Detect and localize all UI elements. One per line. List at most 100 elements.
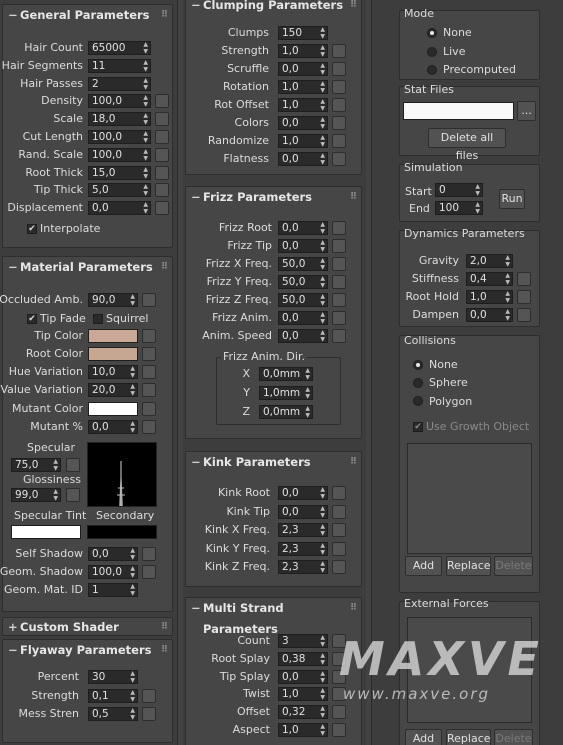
spinner-arrows-icon[interactable]: ▲ ▼ [320,652,325,666]
rotation-map-button[interactable] [332,80,346,94]
colors-spinner[interactable]: 0,0 ▲ ▼ [278,116,328,130]
flyaway-parameters-header[interactable]: − Flyaway Parameters ⠿ [3,640,172,661]
specular-tint-swatch[interactable] [11,525,81,539]
glossiness-spinner[interactable]: 99,0 ▲ ▼ [11,488,61,502]
percent-spinner[interactable]: 30 ▲ ▼ [88,670,138,684]
scale-map-button[interactable] [155,112,169,127]
spinner-arrows-icon[interactable]: ▲ ▼ [320,542,325,556]
spinner-arrows-icon[interactable]: ▲ ▼ [143,77,148,91]
collision-add-button[interactable]: Add [405,556,442,576]
spinner-arrows-icon[interactable]: ▲ ▼ [320,505,325,519]
hair-count-spinner[interactable]: 65000 ▲ ▼ [88,41,151,55]
collision-none-radio[interactable] [413,360,423,370]
twist-spinner[interactable]: 1,0 ▲ ▼ [278,687,328,702]
spinner-arrows-icon[interactable]: ▲ ▼ [305,367,310,381]
spinner-arrows-icon[interactable]: ▲ ▼ [320,560,325,574]
root-color-map-button[interactable] [142,347,156,361]
cut-length-map-button[interactable] [155,130,169,144]
frizz-root-spinner[interactable]: 0,0 ▲ ▼ [278,221,328,235]
x-spinner[interactable]: 0,0mm ▲ ▼ [259,367,313,381]
stiffness-map-button[interactable] [517,272,531,286]
tip-splay-map-button[interactable] [332,669,346,684]
rot-offset-map-button[interactable] [332,98,346,112]
frizz-y-freq-map-button[interactable] [332,275,346,289]
spinner-arrows-icon[interactable]: ▲ ▼ [320,486,325,500]
frizz-root-map-button[interactable] [332,221,346,235]
stat-files-browse-button[interactable]: ... [517,101,536,121]
start-spinner[interactable]: 0 ▲ ▼ [435,183,483,197]
drag-handle-icon[interactable]: ⠿ [350,598,357,619]
aspect-spinner[interactable]: 1,0 ▲ ▼ [278,723,328,737]
scruffle-map-button[interactable] [332,62,346,76]
y-spinner[interactable]: 1,0mm ▲ ▼ [259,386,313,400]
offset-map-button[interactable] [332,705,346,720]
rand-scale-spinner[interactable]: 100,0 ▲ ▼ [88,147,151,162]
spinner-arrows-icon[interactable]: ▲ ▼ [320,152,325,166]
spinner-arrows-icon[interactable]: ▲ ▼ [320,116,325,130]
kink-tip-spinner[interactable]: 0,0 ▲ ▼ [278,504,328,519]
spinner-arrows-icon[interactable]: ▲ ▼ [320,723,325,737]
density-spinner[interactable]: 100,0 ▲ ▼ [88,94,151,109]
spinner-arrows-icon[interactable]: ▲ ▼ [320,293,325,307]
drag-handle-icon[interactable]: ⠿ [350,0,357,16]
spinner-arrows-icon[interactable]: ▲ ▼ [143,148,148,162]
tip-thick-spinner[interactable]: 5,0 ▲ ▼ [88,183,151,198]
mutant-pct-map-button[interactable] [142,420,156,434]
material-parameters-header[interactable]: − Material Parameters ⠿ [3,257,172,278]
root-hold-map-button[interactable] [517,290,531,304]
frizz-anim-spinner[interactable]: 0,0 ▲ ▼ [278,311,328,325]
count-map-button[interactable] [332,634,346,648]
self-shadow-map-button[interactable] [142,547,156,561]
spinner-arrows-icon[interactable]: ▲ ▼ [53,458,58,472]
count-spinner[interactable]: 3 ▲ ▼ [278,634,328,648]
squirrel-checkbox[interactable] [93,314,103,324]
frizz-x-freq-spinner[interactable]: 50,0 ▲ ▼ [278,257,328,271]
delete-all-files-button[interactable]: Delete all files [428,128,506,162]
collision-polygon-radio[interactable] [413,396,423,406]
spinner-arrows-icon[interactable]: ▲ ▼ [505,308,510,322]
spinner-arrows-icon[interactable]: ▲ ▼ [130,583,135,597]
hue-variation-spinner[interactable]: 10,0 ▲ ▼ [88,365,138,379]
kink-x-freq-spinner[interactable]: 2,3 ▲ ▼ [278,523,328,537]
spinner-arrows-icon[interactable]: ▲ ▼ [143,59,148,73]
interpolate-checkbox[interactable]: ✔ [27,224,37,234]
root-splay-map-button[interactable] [332,651,346,666]
multi-strand-parameters-header[interactable]: − Multi Strand Parameters ⠿ [186,598,361,636]
mess-stren-map-button[interactable] [142,707,156,721]
strength-spinner[interactable]: 1,0 ▲ ▼ [278,44,328,58]
aspect-map-button[interactable] [332,723,346,737]
geom-shadow-spinner[interactable]: 100,0 ▲ ▼ [88,565,138,579]
frizz-tip-spinner[interactable]: 0,0 ▲ ▼ [278,239,328,253]
spinner-arrows-icon[interactable]: ▲ ▼ [320,221,325,235]
z-spinner[interactable]: 0,0mm ▲ ▼ [259,405,313,419]
mutant-color-swatch[interactable] [88,402,138,416]
offset-spinner[interactable]: 0,32 ▲ ▼ [278,705,328,720]
spinner-arrows-icon[interactable]: ▲ ▼ [305,405,310,419]
value-variation-spinner[interactable]: 20,0 ▲ ▼ [88,383,138,397]
spinner-arrows-icon[interactable]: ▲ ▼ [320,44,325,58]
kink-y-freq-spinner[interactable]: 2,3 ▲ ▼ [278,541,328,556]
external-replace-button[interactable]: Replace [446,729,491,745]
custom-shader-header[interactable]: + Custom Shader ⠿ [3,618,172,636]
spinner-arrows-icon[interactable]: ▲ ▼ [505,254,510,268]
specular-spinner[interactable]: 75,0 ▲ ▼ [11,458,61,472]
randomize-map-button[interactable] [332,134,346,148]
scruffle-spinner[interactable]: 0,0 ▲ ▼ [278,62,328,76]
kink-root-spinner[interactable]: 0,0 ▲ ▼ [278,486,328,500]
collision-replace-button[interactable]: Replace [446,556,491,576]
mess-stren-spinner[interactable]: 0,5 ▲ ▼ [88,707,138,721]
spinner-arrows-icon[interactable]: ▲ ▼ [130,670,135,684]
spinner-arrows-icon[interactable]: ▲ ▼ [320,523,325,537]
colors-map-button[interactable] [332,116,346,130]
root-splay-spinner[interactable]: 0,38 ▲ ▼ [278,651,328,666]
drag-handle-icon[interactable]: ⠿ [161,640,168,661]
frizz-z-freq-spinner[interactable]: 50,0 ▲ ▼ [278,293,328,307]
rot-offset-spinner[interactable]: 1,0 ▲ ▼ [278,98,328,112]
frizz-anim-map-button[interactable] [332,311,346,325]
value-variation-map-button[interactable] [142,383,156,397]
spinner-arrows-icon[interactable]: ▲ ▼ [475,201,480,215]
spinner-arrows-icon[interactable]: ▲ ▼ [130,383,135,397]
external-add-button[interactable]: Add [405,729,442,745]
hair-passes-spinner[interactable]: 2 ▲ ▼ [88,76,151,91]
collision-objects-list[interactable] [407,443,532,554]
